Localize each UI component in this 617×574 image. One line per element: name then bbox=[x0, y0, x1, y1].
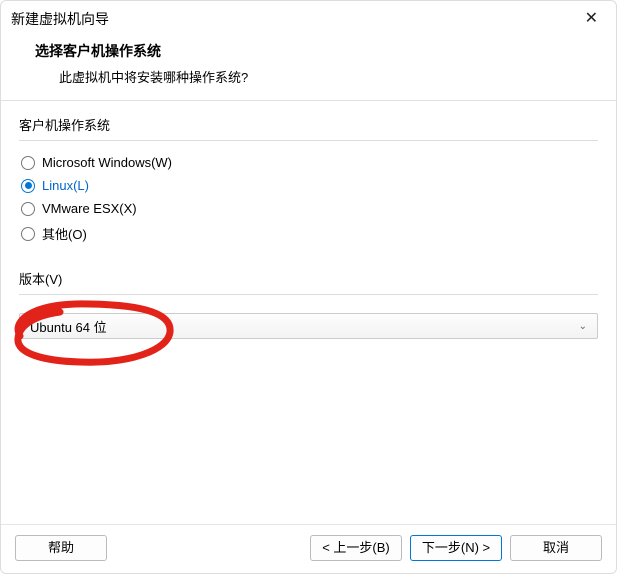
os-group-label: 客户机操作系统 bbox=[19, 115, 598, 134]
radio-label: 其他(O) bbox=[42, 224, 87, 243]
os-radio-group: Microsoft Windows(W) Linux(L) VMware ESX… bbox=[19, 140, 598, 263]
radio-option-vmware-esx[interactable]: VMware ESX(X) bbox=[21, 197, 598, 220]
cancel-button[interactable]: 取消 bbox=[510, 535, 602, 561]
radio-icon bbox=[21, 179, 35, 193]
radio-icon bbox=[21, 227, 35, 241]
chevron-down-icon: ⌄ bbox=[579, 321, 587, 332]
version-dropdown[interactable]: Ubuntu 64 位 ⌄ bbox=[19, 313, 598, 339]
version-section: 版本(V) Ubuntu 64 位 ⌄ bbox=[19, 269, 598, 339]
wizard-header: 选择客户机操作系统 此虚拟机中将安装哪种操作系统? bbox=[1, 35, 616, 100]
new-vm-wizard-dialog: 新建虚拟机向导 ✕ 选择客户机操作系统 此虚拟机中将安装哪种操作系统? 客户机操… bbox=[0, 0, 617, 574]
window-title: 新建虚拟机向导 bbox=[11, 9, 109, 29]
radio-option-linux[interactable]: Linux(L) bbox=[21, 174, 598, 197]
page-subheading: 此虚拟机中将安装哪种操作系统? bbox=[35, 67, 616, 86]
wizard-content: 客户机操作系统 Microsoft Windows(W) Linux(L) VM… bbox=[1, 101, 616, 524]
help-button[interactable]: 帮助 bbox=[15, 535, 107, 561]
page-heading: 选择客户机操作系统 bbox=[35, 41, 616, 61]
close-icon[interactable]: ✕ bbox=[579, 9, 604, 29]
title-bar: 新建虚拟机向导 ✕ bbox=[1, 1, 616, 35]
version-selected-text: Ubuntu 64 位 bbox=[30, 317, 107, 336]
radio-label: Microsoft Windows(W) bbox=[42, 155, 172, 170]
button-bar: 帮助 < 上一步(B) 下一步(N) > 取消 bbox=[1, 524, 616, 573]
radio-icon bbox=[21, 202, 35, 216]
radio-option-windows[interactable]: Microsoft Windows(W) bbox=[21, 151, 598, 174]
version-divider bbox=[19, 294, 598, 295]
radio-option-other[interactable]: 其他(O) bbox=[21, 220, 598, 247]
version-label: 版本(V) bbox=[19, 269, 598, 288]
back-button[interactable]: < 上一步(B) bbox=[310, 535, 402, 561]
next-button[interactable]: 下一步(N) > bbox=[410, 535, 502, 561]
radio-icon bbox=[21, 156, 35, 170]
radio-label: VMware ESX(X) bbox=[42, 201, 137, 216]
radio-label: Linux(L) bbox=[42, 178, 89, 193]
